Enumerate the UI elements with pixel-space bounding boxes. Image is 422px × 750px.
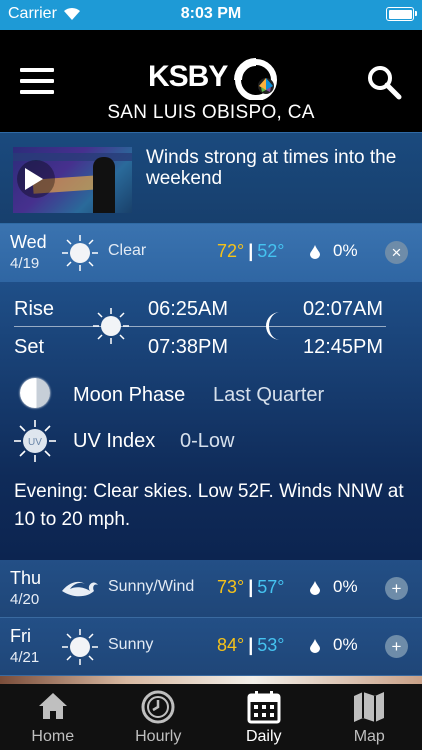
status-time: 8:03 PM xyxy=(180,5,242,22)
precip-chance: 0% xyxy=(333,241,358,260)
sun-icon xyxy=(62,629,98,665)
moon-phase-value: Last Quarter xyxy=(213,384,325,406)
tab-label: Map xyxy=(353,728,385,745)
day-date: 4/20 xyxy=(10,591,40,608)
tab-label: Hourly xyxy=(135,728,182,745)
app-header: KSBY SAN LUIS OBISPO, CA xyxy=(0,30,422,132)
day-row-fri[interactable]: Fri 4/21 Sunny 84° | 53° 0% + xyxy=(0,618,422,676)
uv-badge-text: UV xyxy=(28,437,42,448)
status-bar: Carrier 8:03 PM xyxy=(0,0,422,30)
search-icon[interactable] xyxy=(366,64,402,100)
calendar-icon xyxy=(247,691,281,724)
sunset-time: 07:38PM xyxy=(148,336,229,358)
expand-button[interactable]: + xyxy=(385,577,408,600)
day-date: 4/21 xyxy=(10,649,40,666)
condition-label: Sunny xyxy=(108,636,154,653)
wind-icon xyxy=(62,581,98,597)
sun-icon xyxy=(93,308,129,344)
channel-six-icon xyxy=(234,58,277,100)
temperature-range: 73° | 57° xyxy=(217,577,285,597)
low-temp: 52° xyxy=(257,241,285,261)
temperature-range: 84° | 53° xyxy=(217,635,285,655)
uv-index-label: UV Index xyxy=(73,430,156,452)
tab-bar: Home Hourly Daily Map xyxy=(0,684,422,750)
divider-line xyxy=(14,326,386,327)
logo-text: KSBY xyxy=(148,60,228,93)
station-logo: KSBY xyxy=(148,56,278,100)
day-row-wed[interactable]: Wed 4/19 Clear 72° | 52° 0% × xyxy=(0,224,422,282)
day-name: Wed xyxy=(10,232,47,252)
forecast-description: Evening: Clear skies. Low 52F. Winds NNW… xyxy=(14,481,404,530)
low-temp: 57° xyxy=(257,577,285,597)
menu-button[interactable] xyxy=(20,68,54,94)
high-temp: 72° xyxy=(217,241,245,261)
set-label: Set xyxy=(14,336,45,358)
collapse-button[interactable]: × xyxy=(385,241,408,264)
clock-icon xyxy=(141,690,175,724)
day-name: Fri xyxy=(10,626,31,646)
high-temp: 73° xyxy=(217,577,245,597)
precip-chance: 0% xyxy=(333,635,358,654)
home-icon xyxy=(38,693,67,719)
raindrop-icon xyxy=(310,245,320,259)
day-detail-panel: Rise Set 06:25AM 07:38PM 02:07AM 12:45PM… xyxy=(0,282,422,560)
expand-button[interactable]: + xyxy=(385,635,408,658)
moonrise-time: 02:07AM xyxy=(303,298,384,320)
tab-hourly[interactable]: Hourly xyxy=(106,684,212,750)
ad-banner[interactable] xyxy=(0,676,422,684)
moonset-time: 12:45PM xyxy=(303,336,384,358)
day-name: Thu xyxy=(10,568,42,588)
battery-icon xyxy=(386,7,417,21)
day-date: 4/19 xyxy=(10,255,40,272)
tab-map[interactable]: Map xyxy=(317,684,422,750)
condition-label: Sunny/Wind xyxy=(108,578,195,595)
moon-icon xyxy=(266,312,280,340)
video-banner[interactable]: Winds strong at times into the weekend xyxy=(0,132,422,224)
uv-icon: UV xyxy=(14,420,56,462)
precip-chance: 0% xyxy=(333,577,358,596)
location-label: SAN LUIS OBISPO, CA xyxy=(107,102,315,123)
play-icon xyxy=(25,168,43,190)
map-icon xyxy=(354,692,385,722)
video-headline[interactable]: Winds strong at times into the weekend xyxy=(146,147,408,189)
uv-index-value: 0-Low xyxy=(180,430,235,452)
tab-label: Daily xyxy=(245,728,282,745)
video-thumbnail[interactable] xyxy=(13,147,132,213)
temperature-range: 72° | 52° xyxy=(217,241,285,261)
moon-phase-icon xyxy=(20,378,50,408)
condition-label: Clear xyxy=(108,242,147,259)
tab-label: Home xyxy=(31,728,75,745)
rise-label: Rise xyxy=(14,298,55,320)
sunrise-time: 06:25AM xyxy=(148,298,229,320)
tab-home[interactable]: Home xyxy=(0,684,106,750)
high-temp: 84° xyxy=(217,635,245,655)
moon-phase-label: Moon Phase xyxy=(73,384,186,406)
raindrop-icon xyxy=(310,639,320,653)
tab-daily[interactable]: Daily xyxy=(211,684,317,750)
sun-icon xyxy=(62,235,98,271)
low-temp: 53° xyxy=(257,635,285,655)
day-row-thu[interactable]: Thu 4/20 Sunny/Wind 73° | 57° 0% + xyxy=(0,560,422,618)
raindrop-icon xyxy=(310,581,320,595)
